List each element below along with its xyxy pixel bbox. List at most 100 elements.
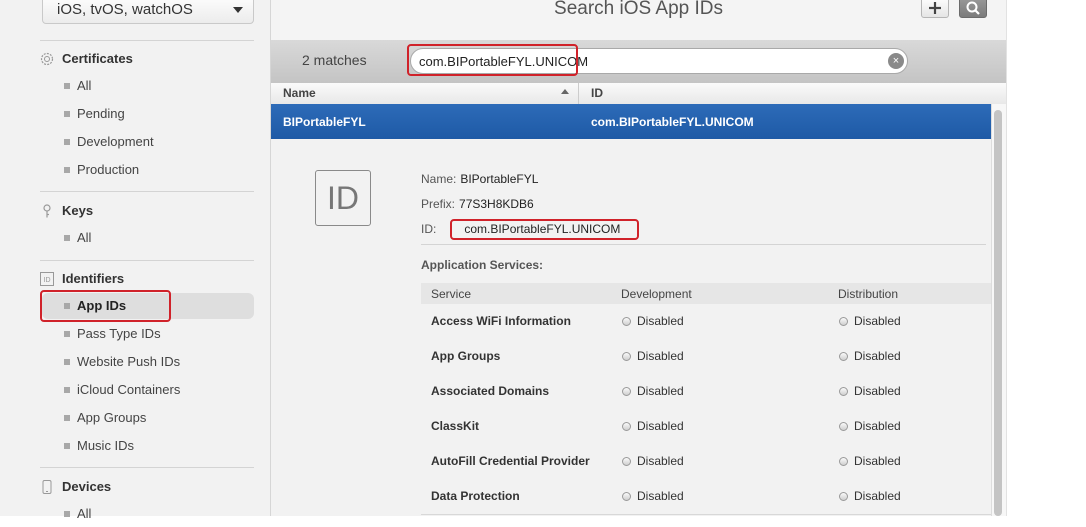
- service-row: Data Protection Disabled Disabled: [421, 479, 991, 515]
- services-header-development: Development: [621, 287, 692, 301]
- plus-icon: [929, 2, 941, 14]
- service-name: Data Protection: [431, 489, 520, 503]
- platform-select-value: iOS, tvOS, watchOS: [57, 1, 193, 18]
- sidebar-item-label: Pass Type IDs: [77, 326, 161, 341]
- id-badge-icon: ID: [315, 170, 371, 226]
- bullet: [64, 511, 70, 517]
- search-input[interactable]: [410, 48, 908, 74]
- sidebar-item-certificates-all[interactable]: All: [42, 73, 254, 99]
- status-dot-icon: [839, 317, 848, 326]
- section-keys: Keys: [40, 202, 254, 222]
- service-name: ClassKit: [431, 419, 480, 433]
- row-id: com.BIPortableFYL.UNICOM: [591, 115, 754, 129]
- service-row: ClassKit Disabled Disabled: [421, 409, 991, 445]
- services-title: Application Services:: [421, 258, 544, 272]
- sidebar-item-label: App Groups: [77, 410, 147, 425]
- divider: [40, 191, 254, 192]
- status-dot-icon: [622, 457, 631, 466]
- sort-ascending-icon[interactable]: [561, 89, 569, 94]
- section-title-certificates: Certificates: [62, 51, 133, 66]
- status-dot-icon: [839, 492, 848, 501]
- development-status: Disabled: [637, 489, 684, 503]
- clear-search-icon[interactable]: ×: [888, 53, 904, 69]
- services-header-service: Service: [431, 287, 472, 301]
- status-dot-icon: [839, 457, 848, 466]
- add-button[interactable]: [921, 0, 949, 18]
- distribution-status: Disabled: [854, 384, 901, 398]
- service-name: App Groups: [431, 349, 501, 363]
- row-name: BIPortableFYL: [283, 115, 366, 129]
- sidebar-item-label: Development: [77, 134, 154, 149]
- search-bar: 2 matches ×: [271, 40, 1006, 84]
- search-button[interactable]: [959, 0, 987, 18]
- sidebar-item-icloud-containers[interactable]: iCloud Containers: [42, 377, 254, 403]
- app-id-detail: ID Name: BIPortableFYL Prefix: 77S3H8KDB6 …: [271, 139, 991, 516]
- column-header-name[interactable]: Name: [283, 86, 316, 100]
- sidebar-item-website-push-ids[interactable]: Website Push IDs: [42, 349, 254, 375]
- sidebar-item-keys-all[interactable]: All: [42, 225, 254, 251]
- column-divider: [578, 83, 579, 104]
- section-title-devices: Devices: [62, 479, 112, 494]
- sidebar-item-app-ids[interactable]: App IDs: [42, 293, 254, 319]
- distribution-status: Disabled: [854, 454, 901, 468]
- distribution-status: Disabled: [854, 349, 901, 363]
- sidebar-item-development[interactable]: Development: [42, 129, 254, 155]
- sidebar-item-label: iCloud Containers: [77, 382, 181, 397]
- page-title: Search iOS App IDs: [554, 0, 723, 19]
- bullet: [64, 443, 70, 449]
- development-status: Disabled: [637, 454, 684, 468]
- bullet: [64, 167, 70, 173]
- bullet: [64, 359, 70, 365]
- service-row: App Groups Disabled Disabled: [421, 339, 991, 375]
- divider: [421, 244, 986, 245]
- sidebar-item-production[interactable]: Production: [42, 157, 254, 183]
- bullet: [64, 111, 70, 117]
- platform-select[interactable]: iOS, tvOS, watchOS: [42, 0, 254, 24]
- sidebar-item-devices-all[interactable]: All: [42, 501, 254, 527]
- match-count: 2 matches: [302, 52, 367, 68]
- status-dot-icon: [622, 492, 631, 501]
- prefix-value: 77S3H8KDB6: [459, 197, 534, 211]
- distribution-status: Disabled: [854, 489, 901, 503]
- scrollbar-thumb[interactable]: [994, 110, 1002, 516]
- sidebar-item-label: Website Push IDs: [77, 354, 181, 369]
- sidebar-item-label: App IDs: [77, 298, 127, 313]
- sidebar-item-pass-type-ids[interactable]: Pass Type IDs: [42, 321, 254, 347]
- id-icon: ID: [40, 272, 54, 286]
- sidebar-item-label: Pending: [77, 106, 125, 121]
- name-value: BIPortableFYL: [460, 172, 539, 186]
- services-header-distribution: Distribution: [838, 287, 899, 301]
- status-dot-icon: [839, 422, 848, 431]
- development-status: Disabled: [637, 419, 684, 433]
- status-dot-icon: [622, 387, 631, 396]
- chevron-down-icon: [233, 7, 243, 13]
- page-margin: [1006, 0, 1086, 516]
- development-status: Disabled: [637, 384, 684, 398]
- sidebar-item-label: All: [77, 230, 92, 245]
- id-label: ID:: [421, 222, 437, 236]
- bullet: [64, 139, 70, 145]
- sidebar-item-label: All: [77, 78, 92, 93]
- detail-id: ID: com.BIPortableFYL.UNICOM: [421, 222, 620, 236]
- distribution-status: Disabled: [854, 314, 901, 328]
- sidebar-item-pending[interactable]: Pending: [42, 101, 254, 127]
- section-title-keys: Keys: [62, 203, 94, 218]
- prefix-label: Prefix:: [421, 197, 456, 211]
- table-row[interactable]: BIPortableFYL com.BIPortableFYL.UNICOM: [271, 104, 991, 139]
- section-title-identifiers: Identifiers: [62, 271, 125, 286]
- service-name: AutoFill Credential Provider: [431, 454, 590, 468]
- service-name: Associated Domains: [431, 384, 550, 398]
- svg-text:ID: ID: [44, 277, 51, 284]
- distribution-status: Disabled: [854, 419, 901, 433]
- services-header: Service Development Distribution: [421, 283, 991, 304]
- sidebar-item-label: All: [77, 506, 92, 521]
- service-row: Access WiFi Information Disabled Disable…: [421, 304, 991, 340]
- sidebar-item-app-groups[interactable]: App Groups: [42, 405, 254, 431]
- service-name: Access WiFi Information: [431, 314, 571, 328]
- certificate-icon: [40, 52, 54, 66]
- toolbar: Search iOS App IDs: [271, 0, 1006, 40]
- column-header-id[interactable]: ID: [591, 86, 603, 100]
- section-identifiers: ID Identifiers: [40, 270, 254, 290]
- sidebar-item-music-ids[interactable]: Music IDs: [42, 433, 254, 459]
- divider: [40, 40, 254, 41]
